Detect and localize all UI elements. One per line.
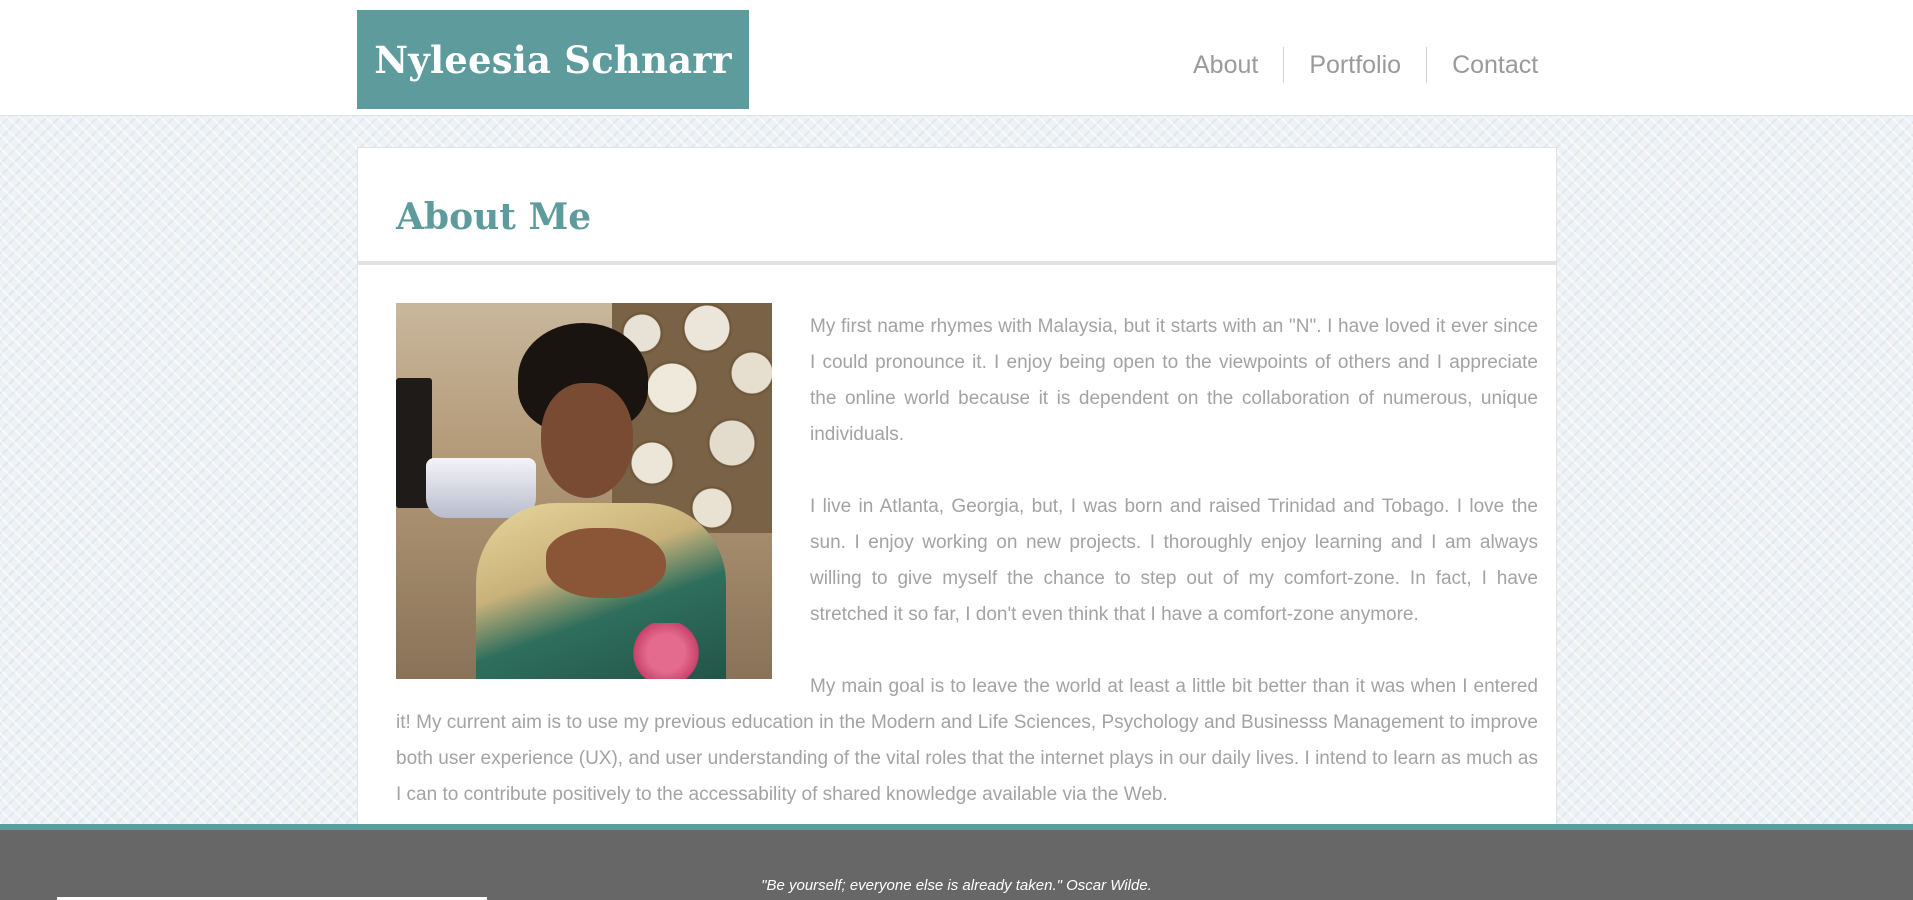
nav-about-link[interactable]: About [1180, 47, 1283, 83]
photo-person-hands [546, 528, 666, 598]
site-footer: "Be yourself; everyone else is already t… [0, 824, 1913, 900]
site-logo[interactable]: Nyleesia Schnarr [357, 10, 749, 109]
photo-person [476, 323, 726, 679]
about-panel-body: My first name rhymes with Malaysia, but … [358, 265, 1556, 813]
about-panel-header: About Me [358, 148, 1556, 265]
profile-photo [396, 303, 772, 679]
photo-person-face [541, 383, 633, 498]
main-nav: About Portfolio Contact [1180, 47, 1538, 83]
photo-flower-print [631, 623, 701, 679]
footer-quote: "Be yourself; everyone else is already t… [761, 877, 1152, 894]
nav-portfolio-link[interactable]: Portfolio [1283, 47, 1426, 83]
about-panel: About Me My first name rhymes with Malay… [357, 147, 1557, 827]
site-header: Nyleesia Schnarr About Portfolio Contact [0, 0, 1913, 116]
page-title: About Me [396, 196, 592, 238]
nav-contact-link[interactable]: Contact [1426, 47, 1538, 83]
bio-paragraph-3: My main goal is to leave the world at le… [396, 676, 1538, 805]
